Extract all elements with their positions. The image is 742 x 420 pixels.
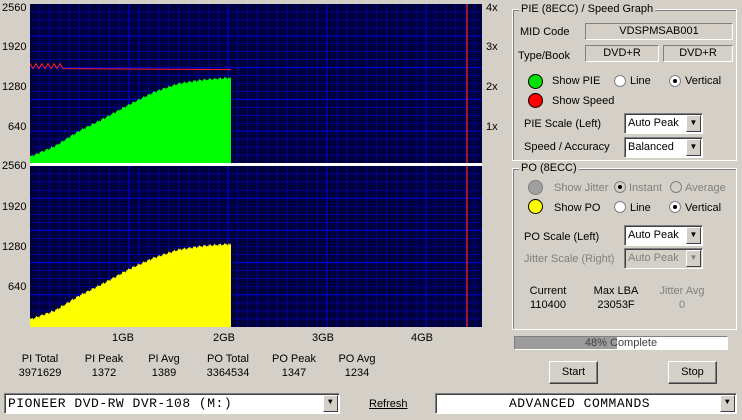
pie-color-indicator[interactable] [528,74,543,89]
jitter-instant-radio [614,181,626,193]
mid-code-label: MID Code [520,26,570,38]
po-scale-select[interactable]: Auto Peak ▼ [624,225,703,246]
stop-button[interactable]: Stop [668,361,717,384]
chevron-down-icon[interactable]: ▼ [323,395,338,412]
jitter-instant-label: Instant [629,182,663,194]
chevron-down-icon[interactable]: ▼ [686,227,701,244]
po-y-tick: 640 [8,281,27,293]
speed-tick: 2x [486,81,498,93]
show-speed-label[interactable]: Show Speed [552,95,614,107]
speed-accuracy-label: Speed / Accuracy [524,141,610,153]
stat-po-avg: PO Avg 1234 [338,353,376,379]
po-chart-panel [30,166,482,327]
po-scale-label: PO Scale (Left) [524,231,600,243]
chevron-down-icon[interactable]: ▼ [686,115,701,132]
po-color-indicator[interactable] [528,199,543,214]
speed-accuracy-select[interactable]: Balanced ▼ [624,137,703,158]
po-vertical-radio[interactable] [669,201,681,213]
pie-line-label[interactable]: Line [630,75,651,87]
speed-tick: 3x [486,41,498,53]
max-lba: Max LBA 23053F [593,285,639,311]
po-line-label[interactable]: Line [630,202,651,214]
show-po-label[interactable]: Show PO [554,202,600,214]
x-tick: 4GB [410,332,433,344]
mid-code-value: VDSPMSAB001 [585,23,733,40]
progress-text: 48% Complete [584,337,658,349]
stat-pi-total: PI Total 3971629 [18,353,62,379]
x-tick: 1GB [111,332,134,344]
pie-y-tick: 1280 [2,81,27,93]
pie-scale-label: PIE Scale (Left) [524,118,602,130]
refresh-link[interactable]: Refresh [369,398,408,410]
chevron-down-icon[interactable]: ▼ [720,395,735,412]
progress-bar: 48% Complete [514,336,728,350]
po-y-tick: 2560 [2,160,27,172]
pie-group-title: PIE (8ECC) / Speed Graph [519,3,656,15]
show-pie-label[interactable]: Show PIE [552,75,600,87]
pie-chart-panel [30,4,482,163]
jitter-scale-select: Auto Peak ▼ [624,248,703,269]
speed-tick: 4x [486,2,498,14]
stat-po-peak: PO Peak 1347 [271,353,317,379]
pie-chart [30,4,482,163]
book-type-value: DVD+R [663,45,733,62]
pie-y-tick: 2560 [2,2,27,14]
stat-po-total: PO Total 3364534 [206,353,250,379]
po-line-radio[interactable] [614,201,626,213]
jitter-avg: Jitter Avg 0 [659,285,705,311]
chevron-down-icon[interactable]: ▼ [686,139,701,156]
pie-vertical-label[interactable]: Vertical [685,75,721,87]
stat-pi-avg: PI Avg 1389 [148,353,180,379]
type-book-label: Type/Book [518,50,570,62]
x-tick: 2GB [212,332,235,344]
po-vertical-label[interactable]: Vertical [685,202,721,214]
po-y-tick: 1280 [2,241,27,253]
speed-color-indicator[interactable] [528,93,543,108]
chevron-down-icon: ▼ [686,250,701,267]
po-y-tick: 1920 [2,201,27,213]
advanced-commands-select[interactable]: ADVANCED COMMANDS ▼ [435,393,737,414]
show-jitter-label: Show Jitter [554,182,609,194]
po-chart [30,166,482,327]
jitter-color-indicator [528,180,543,195]
current-lba: Current 110400 [529,285,567,311]
pie-y-tick: 640 [8,121,27,133]
pie-line-radio[interactable] [614,75,626,87]
stat-pi-peak: PI Peak 1372 [84,353,124,379]
x-tick: 3GB [311,332,334,344]
po-group-title: PO (8ECC) [519,162,579,174]
jitter-scale-label: Jitter Scale (Right) [524,253,615,265]
pie-vertical-radio[interactable] [669,75,681,87]
speed-tick: 1x [486,121,498,133]
pie-scale-select[interactable]: Auto Peak ▼ [624,113,703,134]
disc-type-value: DVD+R [585,45,659,62]
start-button[interactable]: Start [549,361,598,384]
drive-select[interactable]: PIONEER DVD-RW DVR-108 (M:) ▼ [4,393,340,414]
jitter-average-radio [670,181,682,193]
pie-y-tick: 1920 [2,41,27,53]
jitter-average-label: Average [685,182,726,194]
